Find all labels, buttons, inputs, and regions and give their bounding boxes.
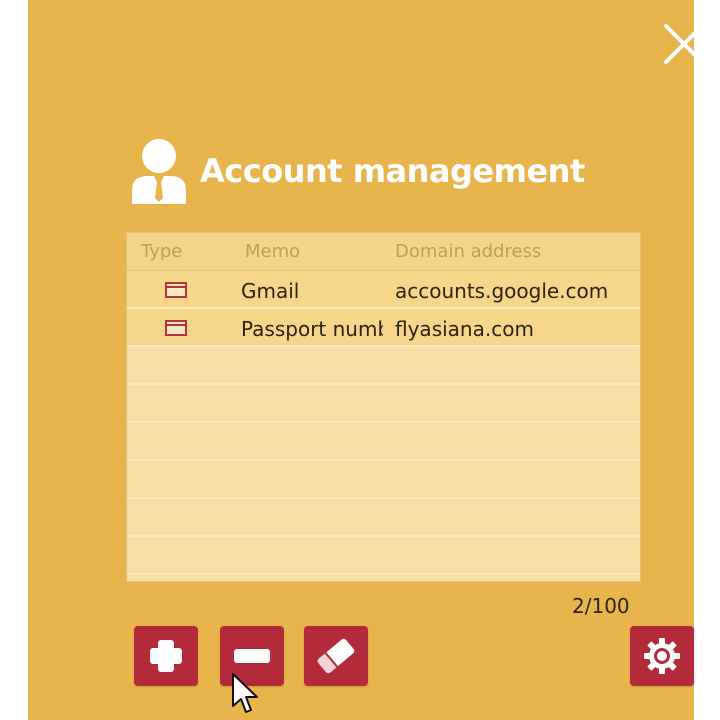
remove-button[interactable]	[220, 626, 284, 686]
gear-icon	[644, 638, 680, 674]
settings-button[interactable]	[630, 626, 694, 686]
column-header-type: Type	[141, 241, 183, 262]
column-header-domain: Domain address	[395, 241, 542, 262]
domain-cell: flyasiana.com	[395, 317, 534, 341]
add-button[interactable]	[134, 626, 198, 686]
dialog-header: Account management	[130, 136, 585, 206]
close-icon	[664, 24, 704, 64]
empty-row	[127, 347, 640, 385]
card-icon	[165, 282, 187, 298]
empty-row	[127, 385, 640, 423]
empty-row	[127, 423, 640, 461]
close-button[interactable]	[662, 22, 706, 66]
minus-icon	[234, 649, 270, 663]
user-avatar-icon	[132, 139, 186, 204]
empty-row	[127, 537, 640, 575]
account-table: Type Memo Domain address Gmail accounts.…	[126, 232, 641, 582]
item-counter: 2/100	[572, 594, 630, 618]
eraser-icon	[317, 638, 355, 674]
column-header-memo: Memo	[245, 241, 301, 262]
domain-cell: accounts.google.com	[395, 279, 609, 303]
table-row[interactable]: Passport number flyasiana.com	[127, 309, 640, 347]
erase-button[interactable]	[304, 626, 368, 686]
table-header: Type Memo Domain address	[127, 233, 640, 271]
empty-row	[127, 499, 640, 537]
memo-cell: Gmail	[241, 279, 300, 303]
page-title: Account management	[200, 152, 585, 190]
empty-row	[127, 461, 640, 499]
card-icon	[165, 320, 187, 336]
account-management-dialog: Account management Type Memo Domain addr…	[28, 0, 704, 720]
table-row[interactable]: Gmail accounts.google.com	[127, 271, 640, 309]
plus-icon	[150, 640, 182, 672]
memo-cell: Passport number	[241, 317, 383, 341]
empty-row	[127, 575, 640, 581]
